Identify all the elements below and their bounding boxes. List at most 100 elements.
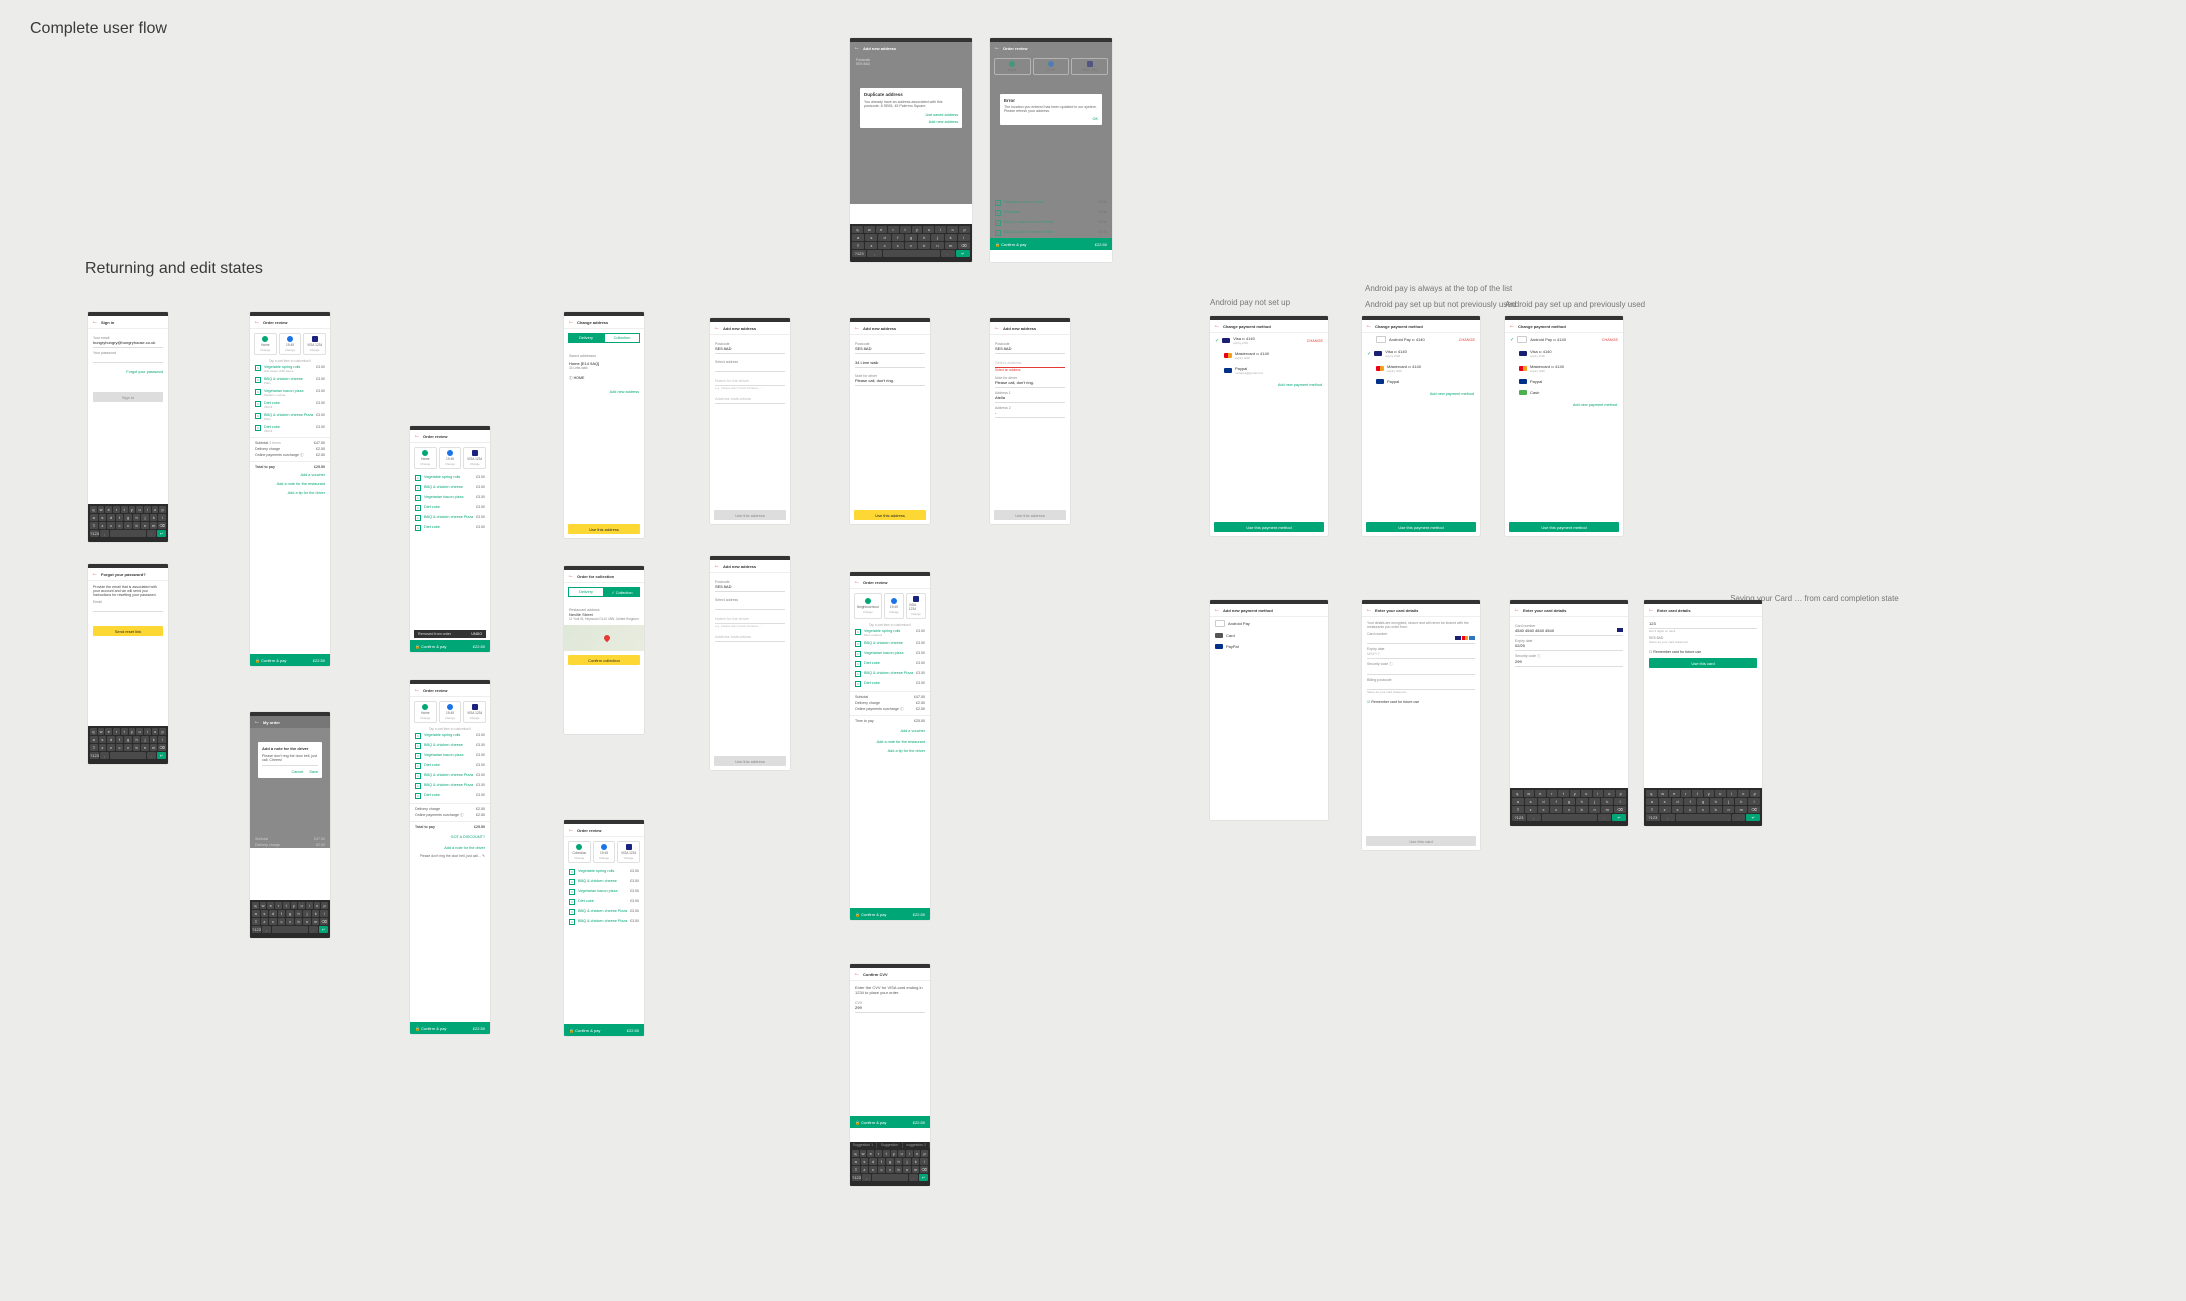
back-icon[interactable]: ←: [714, 563, 720, 569]
back-icon[interactable]: ←: [414, 433, 420, 439]
add-address-link[interactable]: Add new address: [610, 390, 639, 394]
tab-collection[interactable]: Collection: [604, 333, 640, 343]
instr-input[interactable]: Address instructions: [715, 396, 785, 404]
confirm-bar[interactable]: 🔒 Confirm & pay£22.50: [564, 1024, 644, 1036]
keyboard[interactable]: qwertyuiop asdfghjkl ⇧zxcvbnm⌫ ?123, .↵: [1510, 788, 1628, 826]
cart-item[interactable]: 1Diet coke330ml£3.50: [250, 399, 330, 411]
back-icon[interactable]: ←: [92, 319, 98, 325]
use-address-button[interactable]: Use this address: [568, 524, 640, 534]
forgot-link[interactable]: Forgot your password: [126, 370, 163, 374]
back-icon[interactable]: ←: [1214, 607, 1220, 613]
confirm-collection-button[interactable]: Confirm collection: [568, 655, 640, 665]
pill-address[interactable]: HomeChange: [414, 701, 437, 723]
pill-payment[interactable]: VISA 1234Change: [463, 447, 486, 469]
pill-time[interactable]: 19:45Change: [439, 447, 462, 469]
note-link[interactable]: Add a note for the driver: [444, 846, 485, 850]
pm-cash[interactable]: Cash: [1505, 387, 1623, 398]
exp-input[interactable]: 02/20: [1515, 643, 1623, 651]
back-icon[interactable]: ←: [254, 319, 260, 325]
email-input[interactable]: [93, 604, 163, 612]
tip-link[interactable]: Add a tip for the driver: [288, 491, 325, 495]
confirm-bar[interactable]: 🔒 Confirm & pay£22.50: [850, 1116, 930, 1128]
pm-visa[interactable]: ✓Visa •• 4140expiry 2/18CHANGE: [1210, 333, 1328, 348]
addr-select[interactable]: 34 Lime walk: [855, 360, 925, 368]
back-icon[interactable]: ←: [854, 579, 860, 585]
pm-paypal[interactable]: Paypal: [1505, 376, 1623, 387]
back-icon[interactable]: ←: [1514, 607, 1520, 613]
confirm-bar[interactable]: 🔒 Confirm & pay£22.50: [250, 654, 330, 666]
back-icon[interactable]: ←: [568, 319, 574, 325]
cvv-input[interactable]: 299: [1515, 659, 1623, 667]
back-icon[interactable]: ←: [1214, 323, 1220, 329]
back-icon[interactable]: ←: [1366, 607, 1372, 613]
pm-paypal[interactable]: Paypalmyname@gmail.com: [1210, 363, 1328, 378]
addr-select[interactable]: Select address: [995, 360, 1065, 368]
saved-note[interactable]: Please don't ring the door bell, just ca…: [410, 852, 490, 860]
cancel-button[interactable]: Cancel: [292, 770, 304, 774]
keyboard[interactable]: qwertyuiop asdfghjkl ⇧zxcvbnm⌫ ?123, .↵: [850, 224, 972, 262]
confirm-bar[interactable]: 🔒 Confirm & pay£22.50: [990, 238, 1112, 250]
pill-payment[interactable]: VISA 1234Change: [906, 593, 926, 619]
use-pm-button[interactable]: Use this payment method: [1214, 522, 1324, 532]
pill-time[interactable]: 19:45Change: [439, 701, 462, 723]
pill-address[interactable]: NeighbourhoodChange: [854, 593, 882, 619]
voucher-link[interactable]: Add a voucher: [301, 473, 326, 477]
cart-item[interactable]: 1Diet coke330ml£3.50: [250, 423, 330, 435]
use-address-button[interactable]: Use this address: [854, 510, 926, 520]
note-input[interactable]: Notes for the driver: [715, 378, 785, 386]
signin-button[interactable]: Sign in: [93, 392, 163, 402]
checkbox-icon[interactable]: ☑: [1367, 700, 1370, 704]
cart-item[interactable]: 1BBQ & chicken cheesePlain£3.50: [250, 375, 330, 387]
pm-mc[interactable]: Mastercard •• 4140expiry 4/20: [1362, 361, 1480, 376]
pwd-input[interactable]: [93, 355, 163, 363]
note-link[interactable]: Add a note for the restaurant: [277, 482, 325, 486]
note-input[interactable]: Please call, don't ring.: [995, 380, 1065, 388]
undo-link[interactable]: UNDO: [471, 632, 482, 636]
back-icon[interactable]: ←: [568, 573, 574, 579]
tab-delivery[interactable]: Delivery: [568, 587, 604, 597]
confirm-bar[interactable]: 🔒 Confirm & pay£22.50: [410, 1022, 490, 1034]
pill-collection[interactable]: CollectionChange: [568, 841, 591, 863]
pm-mc[interactable]: Mastercard •• 4140expiry 4/20: [1210, 348, 1328, 363]
pill-payment[interactable]: VISA 1234Change: [463, 701, 486, 723]
note-input[interactable]: Please call, don't ring.: [855, 378, 925, 386]
pm-ap[interactable]: Android Pay •• 4140CHANGE: [1362, 333, 1480, 346]
pc-input[interactable]: SE5 8AD: [855, 346, 925, 354]
confirm-bar[interactable]: 🔒 Confirm & pay£22.50: [410, 640, 490, 652]
note-text[interactable]: Please don't ring the door bell, just ca…: [262, 754, 318, 766]
use-pm-button[interactable]: Use this payment method: [1509, 522, 1619, 532]
back-icon[interactable]: ←: [254, 719, 260, 725]
keyboard[interactable]: Suggestion 1Suggestionsuggestion 2 qwert…: [850, 1142, 930, 1186]
back-icon[interactable]: ←: [994, 45, 1000, 51]
pm-mc[interactable]: Mastercard •• 4140expiry 4/20: [1505, 361, 1623, 376]
back-icon[interactable]: ←: [1509, 323, 1515, 329]
card-num-input[interactable]: 4540 4540 4540 4540: [1515, 628, 1554, 633]
pill-payment[interactable]: VISA 1234Change: [303, 333, 326, 355]
tab-collection[interactable]: ✓ Collection: [604, 587, 640, 597]
back-icon[interactable]: ←: [414, 687, 420, 693]
pm-paypal[interactable]: PayPal: [1210, 641, 1328, 652]
back-icon[interactable]: ←: [1648, 607, 1654, 613]
kb-row1[interactable]: qwertyuiop: [90, 506, 166, 513]
email-input[interactable]: hungryhungry@hungryhouse.co.uk: [93, 340, 163, 348]
discount-link[interactable]: GOT A DISCOUNT?: [451, 835, 485, 839]
pc-input[interactable]: SE5 8AD: [715, 346, 785, 354]
pm-visa[interactable]: Visa •• 4140expiry 2/18: [1505, 346, 1623, 361]
map[interactable]: [564, 625, 644, 651]
cvv-input[interactable]: 123: [1649, 621, 1757, 629]
confirm-bar[interactable]: 🔒 Confirm & pay£22.50: [850, 908, 930, 920]
pm-paypal[interactable]: Paypal: [1362, 376, 1480, 387]
back-icon[interactable]: ←: [92, 571, 98, 577]
back-icon[interactable]: ←: [994, 325, 1000, 331]
kb-row3[interactable]: ⇧zxcvbnm⌫: [90, 522, 166, 529]
back-icon[interactable]: ←: [1366, 323, 1372, 329]
pm-visa[interactable]: ✓Visa •• 4140expiry 2/18: [1362, 346, 1480, 361]
cart-item[interactable]: 1Vegetable spring rollswith sweet chilli…: [250, 363, 330, 375]
use-saved-link[interactable]: Use saved address: [925, 113, 958, 117]
kb-row2[interactable]: asdfghjkl: [90, 514, 166, 521]
delivery-toggle[interactable]: Delivery ✓ Collection: [564, 583, 644, 601]
pc-input[interactable]: [1367, 682, 1475, 690]
cvv-input[interactable]: 299: [855, 1005, 925, 1013]
back-icon[interactable]: ←: [854, 325, 860, 331]
pill-time[interactable]: 19:45Change: [279, 333, 302, 355]
